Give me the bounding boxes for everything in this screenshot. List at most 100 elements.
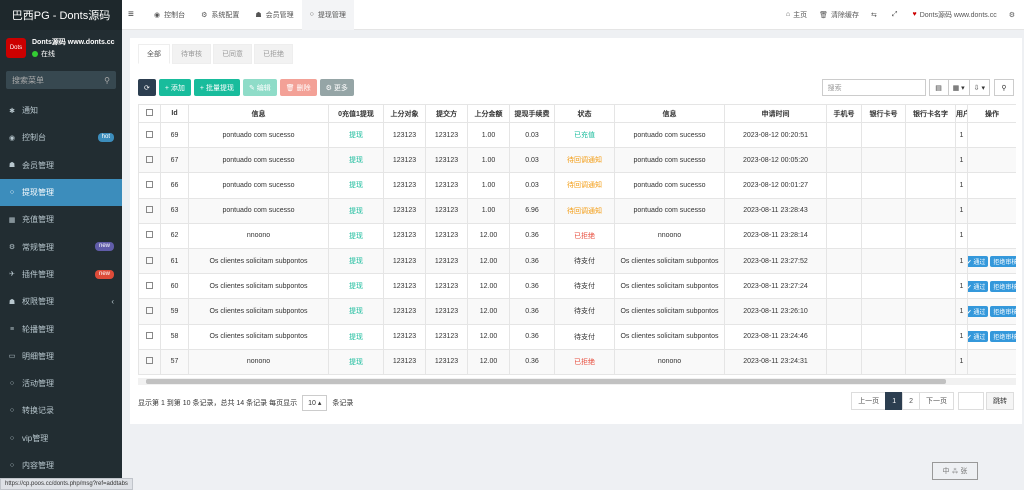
row-checkbox-cell[interactable] (138, 197, 161, 224)
row-checkbox[interactable] (146, 180, 153, 188)
status-tab-0[interactable]: 全部 (138, 44, 170, 64)
row-checkbox-cell[interactable] (138, 348, 161, 375)
page-jump-input[interactable] (958, 392, 984, 410)
sidebar-item-10[interactable]: ○ 活动管理 (0, 370, 122, 397)
sidebar-item-7[interactable]: ☗ 权限管理 ‹ (0, 288, 122, 315)
row-checkbox-cell[interactable] (138, 147, 161, 174)
header-action-0[interactable]: ⌂ 主页 (780, 10, 813, 20)
page-jump-button[interactable]: 跳转 (986, 392, 1014, 410)
table-row[interactable]: 61 Os clientes solicitam subpontos 提现 12312… (138, 247, 1016, 275)
row-checkbox[interactable] (146, 206, 153, 214)
page-button-1[interactable]: 1 (885, 392, 904, 410)
columns-icon[interactable]: ▦ ▾ (947, 79, 970, 96)
cell-type[interactable]: 提现 (328, 147, 384, 174)
row-checkbox[interactable] (146, 281, 153, 289)
header-action-2[interactable]: ⇆ (865, 11, 886, 19)
sidebar-item-11[interactable]: ○ 转换记录 (0, 397, 122, 424)
row-checkbox[interactable] (146, 306, 153, 314)
row-checkbox-cell[interactable] (138, 121, 161, 149)
page-size-select[interactable]: 10 ▴ (302, 395, 328, 411)
edit-button[interactable]: ✎ 编辑 (242, 79, 277, 96)
cell-type[interactable]: 提现 (328, 273, 384, 300)
header-action-4[interactable]: ♥ Donts源码 www.donts.cc (907, 10, 1003, 20)
table-row[interactable]: 69 pontuado com sucesso 提现 123123 123123 1.00… (138, 121, 1016, 149)
sidebar-item-9[interactable]: ▭ 明细管理 (0, 343, 122, 370)
cell-type[interactable]: 提现 (328, 121, 384, 149)
reject-button[interactable]: 拒绝审核 (990, 305, 1016, 317)
approve-button[interactable]: ✔ 通过 (968, 331, 989, 343)
row-checkbox-cell[interactable] (138, 222, 161, 249)
sidebar-item-3[interactable]: ○ 提现管理 (0, 178, 122, 207)
table-row[interactable]: 57 nonono 提现 123123 123123 12.00 0.36 已拒绝 nonono… (138, 348, 1016, 375)
cell-type[interactable]: 提现 (328, 348, 384, 375)
table-row[interactable]: 67 pontuado com sucesso 提现 123123 123123 1.00… (138, 147, 1016, 174)
scrollbar-thumb[interactable] (146, 379, 946, 384)
add-button[interactable]: + 添加 (158, 79, 191, 96)
cell-type[interactable]: 提现 (328, 222, 384, 249)
approve-button[interactable]: ✔ 通过 (968, 305, 989, 317)
status-tab-1[interactable]: 待审核 (172, 44, 211, 64)
advanced-search-icon[interactable]: ⚲ (994, 79, 1014, 96)
horizontal-scrollbar[interactable] (138, 378, 1016, 385)
refresh-button[interactable]: ⟳ (138, 79, 156, 96)
toggle-view-icon[interactable]: ▤ (928, 79, 949, 96)
header-action-3[interactable]: ⤢ (886, 11, 907, 19)
export-icon[interactable]: ⇩ ▾ (968, 79, 990, 96)
table-row[interactable]: 63 pontuado com sucesso 提现 123123 123123 1.00… (138, 197, 1016, 224)
header-tab-2[interactable]: ☗ 会员管理 (247, 0, 301, 30)
more-button[interactable]: ⚙ 更多 (319, 79, 354, 96)
page-button-2[interactable]: 2 (902, 392, 920, 410)
sidebar-item-4[interactable]: ▦ 充值管理 (0, 206, 122, 233)
header-tab-3[interactable]: ○ 提现管理 (301, 0, 354, 30)
status-tab-2[interactable]: 已同意 (213, 44, 252, 64)
row-checkbox-cell[interactable] (138, 298, 161, 325)
row-checkbox[interactable] (146, 155, 153, 163)
prev-page-button[interactable]: 上一页 (851, 392, 887, 410)
cell-type[interactable]: 提现 (328, 298, 384, 325)
sidebar-item-6[interactable]: ✈ 插件管理 new (0, 261, 122, 288)
sidebar-item-8[interactable]: ≡ 轮播管理 (0, 315, 122, 342)
table-row[interactable]: 59 Os clientes solicitam subpontos 提现 12312… (138, 298, 1016, 325)
row-checkbox[interactable] (146, 357, 153, 365)
batch-withdraw-button[interactable]: + 批量提现 (193, 79, 240, 96)
select-all-checkbox[interactable] (146, 109, 153, 116)
sidebar-item-12[interactable]: ○ vip管理 (0, 425, 122, 452)
brand-title[interactable]: 巴西PG - Donts源码 (0, 0, 122, 30)
sidebar-search-input[interactable]: 搜索菜单 ⚲ (6, 71, 116, 89)
reject-button[interactable]: 拒绝审核 (990, 255, 1016, 267)
header-tab-0[interactable]: ◉ 控制台 (146, 0, 193, 30)
row-checkbox[interactable] (146, 332, 153, 340)
status-tab-3[interactable]: 已拒绝 (254, 44, 293, 64)
sidebar-item-1[interactable]: ◉ 控制台 hot (0, 124, 122, 151)
table-row[interactable]: 58 Os clientes solicitam subpontos 提现 12312… (138, 323, 1016, 350)
table-search-input[interactable]: 搜索 (821, 79, 926, 96)
approve-button[interactable]: ✔ 通过 (968, 255, 989, 267)
cell-type[interactable]: 提现 (328, 247, 384, 275)
reject-button[interactable]: 拒绝审核 (990, 331, 1016, 343)
header-action-1[interactable]: 🗑 清除缓存 (813, 10, 865, 20)
sidebar-item-0[interactable]: ✱ 通知 (0, 97, 122, 124)
header-tab-1[interactable]: ⚙ 系统配置 (193, 0, 247, 30)
table-row[interactable]: 62 nnoono 提现 123123 123123 12.00 0.36 已拒绝 nnoono… (138, 222, 1016, 249)
row-checkbox-cell[interactable] (138, 172, 161, 199)
next-page-button[interactable]: 下一页 (919, 392, 954, 410)
row-checkbox-cell[interactable] (138, 323, 161, 350)
cell-type[interactable]: 提现 (328, 172, 384, 199)
reject-button[interactable]: 拒绝审核 (990, 280, 1016, 292)
table-row[interactable]: 66 pontuado com sucesso 提现 123123 123123 1.00… (138, 172, 1016, 199)
sidebar-item-2[interactable]: ☗ 会员管理 (0, 152, 122, 179)
approve-button[interactable]: ✔ 通过 (968, 280, 989, 292)
row-checkbox[interactable] (146, 231, 153, 239)
table-row[interactable]: 60 Os clientes solicitam subpontos 提现 12312… (138, 273, 1016, 300)
row-checkbox-cell[interactable] (138, 273, 161, 300)
cell-type[interactable]: 提现 (328, 197, 384, 224)
sidebar-item-13[interactable]: ○ 内容管理 (0, 452, 122, 479)
column-header[interactable] (138, 104, 161, 123)
sidebar-item-5[interactable]: ⚙ 常规管理 new (0, 233, 122, 260)
row-checkbox[interactable] (146, 256, 153, 264)
delete-button[interactable]: 🗑 删除 (279, 79, 317, 96)
row-checkbox[interactable] (146, 130, 153, 138)
header-action-5[interactable]: ⚙ (1003, 11, 1024, 19)
row-checkbox-cell[interactable] (138, 247, 161, 275)
cell-type[interactable]: 提现 (328, 323, 384, 350)
